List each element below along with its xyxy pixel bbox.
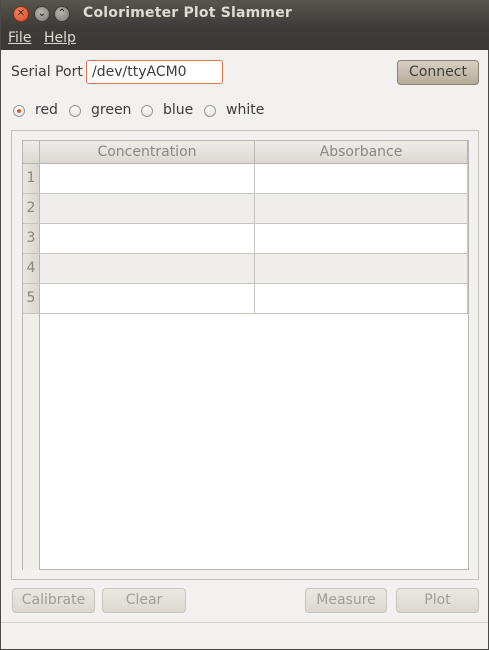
title-bar: ✕ ⌄ ⌃ Colorimeter Plot Slammer (1, 0, 489, 27)
radio-unselected-icon (69, 105, 81, 117)
connect-button[interactable]: Connect (397, 60, 479, 85)
menu-help[interactable]: Help (44, 30, 76, 46)
radio-selected-icon (13, 105, 25, 117)
menu-file[interactable]: File (8, 30, 31, 46)
cell-absorbance[interactable] (255, 284, 468, 314)
row-header[interactable]: 1 (23, 164, 40, 194)
row-header[interactable]: 4 (23, 254, 40, 284)
minimize-icon[interactable]: ⌄ (34, 6, 50, 22)
cell-concentration[interactable] (40, 164, 255, 194)
column-header-concentration[interactable]: Concentration (40, 141, 255, 164)
row-header[interactable]: 5 (23, 284, 40, 314)
cell-concentration[interactable] (40, 254, 255, 284)
cell-absorbance[interactable] (255, 194, 468, 224)
row-header-gutter (23, 314, 40, 570)
radio-label: green (91, 102, 132, 118)
radio-unselected-icon (141, 105, 153, 117)
calibrate-button[interactable]: Calibrate (12, 588, 95, 613)
cell-absorbance[interactable] (255, 254, 468, 284)
radio-unselected-icon (204, 105, 216, 117)
serial-port-input[interactable] (86, 60, 223, 84)
cell-absorbance[interactable] (255, 224, 468, 254)
cell-concentration[interactable] (40, 194, 255, 224)
menu-bar: File Help (1, 27, 489, 50)
radio-label: white (226, 102, 265, 118)
column-header-absorbance[interactable]: Absorbance (255, 141, 468, 164)
cell-concentration[interactable] (40, 224, 255, 254)
status-bar (1, 622, 488, 650)
row-header[interactable]: 3 (23, 224, 40, 254)
cell-absorbance[interactable] (255, 164, 468, 194)
app-window: ✕ ⌄ ⌃ Colorimeter Plot Slammer File Help… (0, 0, 489, 650)
cell-concentration[interactable] (40, 284, 255, 314)
row-header[interactable]: 2 (23, 194, 40, 224)
radio-label: red (35, 102, 58, 118)
clear-button[interactable]: Clear (102, 588, 186, 613)
serial-port-label: Serial Port (11, 64, 83, 80)
close-icon[interactable]: ✕ (13, 6, 29, 22)
radio-label: blue (163, 102, 194, 118)
plot-button[interactable]: Plot (396, 588, 479, 613)
measure-button[interactable]: Measure (305, 588, 387, 613)
maximize-icon[interactable]: ⌃ (54, 6, 70, 22)
data-table: Concentration Absorbance 1 2 3 4 5 (22, 140, 469, 570)
table-corner[interactable] (23, 141, 40, 164)
window-title: Colorimeter Plot Slammer (83, 5, 293, 21)
